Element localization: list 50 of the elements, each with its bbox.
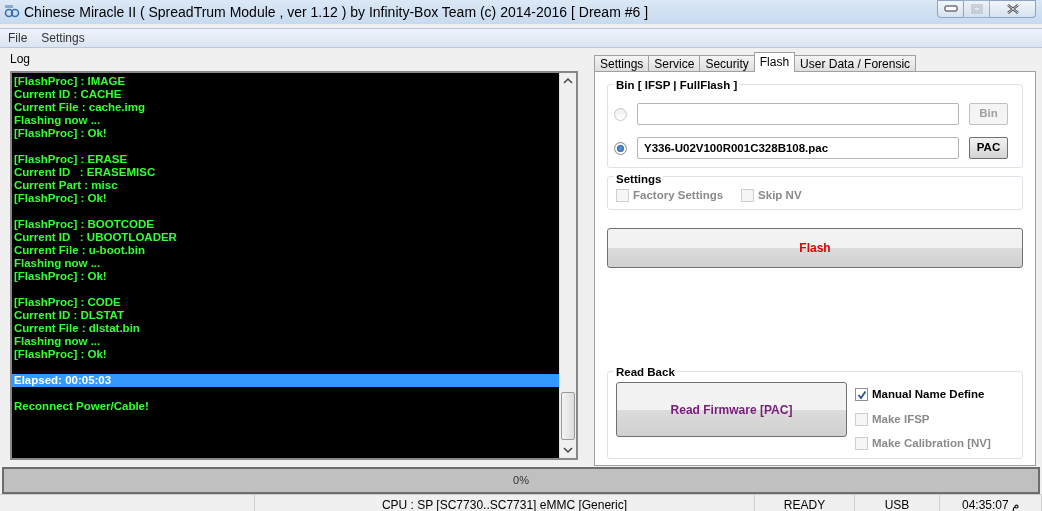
checkbox-label: Skip NV: [758, 188, 802, 203]
status-text: USB: [884, 497, 910, 511]
log-line: [FlashProc] : Ok!: [13, 270, 108, 283]
menu-item[interactable]: File: [6, 29, 30, 47]
log-line: Reconnect Power/Cable!: [13, 400, 150, 413]
log-line: [FlashProc] : ERASE: [13, 153, 129, 166]
log-line: Elapsed: 00:05:03: [13, 374, 113, 387]
flash-button[interactable]: Flash: [607, 228, 1023, 269]
log-line: Current File : cache.img: [13, 101, 146, 114]
menu-item[interactable]: Settings: [39, 29, 87, 47]
checkbox[interactable]: [855, 388, 868, 402]
status-text: CPU : SP [SC7730..SC7731] eMMC [Generic]: [381, 497, 628, 511]
scrollbar[interactable]: [559, 73, 576, 458]
log-line: Flashing now ...: [13, 335, 102, 348]
log-line: [FlashProc] : BOOTCODE: [13, 218, 155, 231]
log-line: Current ID : UBOOTLOADER: [13, 231, 178, 244]
checkbox-label: Make Calibration [NV]: [872, 435, 991, 451]
progress-text: 0%: [513, 473, 529, 489]
log-label: Log: [10, 51, 31, 68]
log-line: [FlashProc] : Ok!: [13, 127, 108, 140]
tab[interactable]: Flash: [753, 52, 796, 72]
pac-button[interactable]: PAC: [969, 137, 1008, 159]
log-line: Current Part : misc: [13, 179, 119, 192]
window-title: Chinese Miracle II ( SpreadTrum Module , ver 1.12 ) by Infinity-Box Team (c) 2014-2016 [ Dream #6 ]: [24, 2, 649, 22]
log-line: Flashing now ...: [13, 257, 102, 270]
status-text: READY: [783, 497, 826, 511]
log-line: [FlashProc] : IMAGE: [13, 75, 127, 88]
checkbox-label: Factory Settings: [633, 188, 724, 203]
app-logo-icon: [4, 5, 20, 19]
minimize-icon: [943, 5, 958, 13]
scrollbar-thumb[interactable]: [561, 392, 575, 440]
checkbox-label: Manual Name Define: [872, 387, 985, 403]
log-line: Current ID : ERASEMISC: [13, 166, 157, 179]
file-path-field[interactable]: Y336-U02V100R001C328B108.pac: [637, 137, 959, 159]
log-line: Flashing now ...: [13, 114, 102, 127]
close-button[interactable]: [990, 0, 1036, 18]
read-firmware-button[interactable]: Read Firmware [PAC]: [616, 382, 847, 438]
log-line: Current File : u-boot.bin: [13, 244, 146, 257]
log-line: [FlashProc] : Ok!: [13, 348, 108, 361]
log-line: [FlashProc] : Ok!: [13, 192, 108, 205]
maximize-icon: [970, 4, 983, 14]
radio-button[interactable]: [614, 141, 627, 155]
log-line: Current File : dlstat.bin: [13, 322, 141, 335]
close-icon: [1005, 4, 1020, 14]
log-line: Current ID : DLSTAT: [13, 309, 126, 322]
minimize-button[interactable]: [937, 0, 964, 18]
file-path-field[interactable]: [637, 103, 959, 125]
checkbox-label: Make IFSP: [872, 411, 930, 427]
log-line: [FlashProc] : CODE: [13, 296, 122, 309]
log-line: Current ID : CACHE: [13, 88, 123, 101]
